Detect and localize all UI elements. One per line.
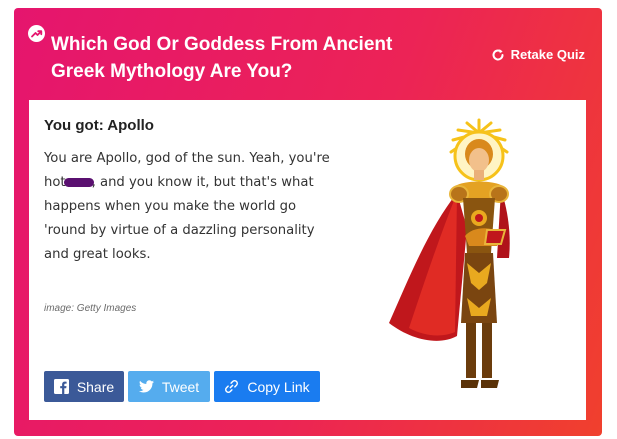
quiz-title: Which God Or Goddess From Ancient Greek … [51, 34, 393, 82]
retake-quiz-button[interactable]: Retake Quiz [491, 47, 585, 62]
facebook-share-button[interactable]: Share [44, 371, 124, 402]
result-heading: You got: Apollo [44, 117, 154, 134]
facebook-share-label: Share [76, 378, 115, 395]
quiz-result-card: Which God Or Goddess From Ancient Greek … [14, 8, 602, 436]
result-description: You are Apollo, god of the sun. Yeah, yo… [44, 147, 332, 267]
description-part-2: , and you know it, but that's what happe… [44, 175, 315, 262]
twitter-tweet-label: Tweet [161, 378, 200, 395]
apollo-illustration [389, 118, 510, 388]
twitter-bird-icon [138, 380, 154, 393]
retake-quiz-label: Retake Quiz [510, 47, 585, 62]
share-buttons: Share Tweet Copy Link [44, 371, 320, 402]
refresh-icon [491, 48, 505, 62]
facebook-icon [53, 379, 69, 394]
copy-link-button[interactable]: Copy Link [214, 371, 320, 402]
link-icon [224, 379, 239, 394]
image-credit: image: Getty Images [44, 303, 137, 314]
twitter-tweet-button[interactable]: Tweet [128, 371, 210, 402]
redaction-mark [63, 177, 94, 187]
trending-icon [28, 25, 45, 42]
result-panel: You got: Apollo You are Apollo, god of t… [29, 100, 586, 420]
copy-link-label: Copy Link [247, 378, 310, 395]
